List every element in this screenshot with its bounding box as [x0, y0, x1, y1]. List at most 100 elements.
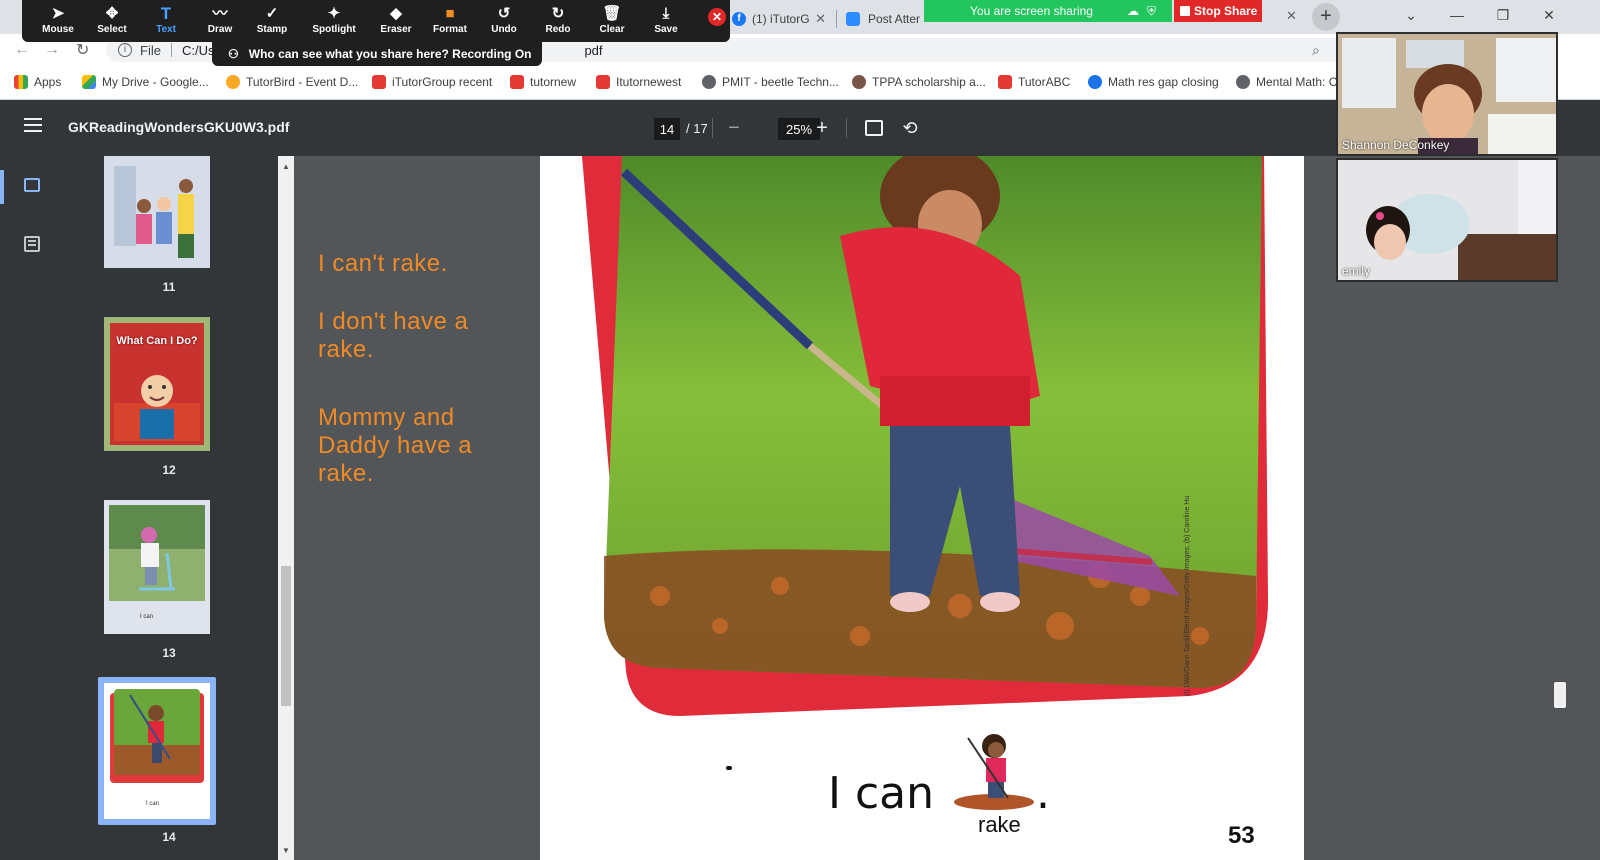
bookmark-item[interactable]: tutornew	[510, 75, 576, 89]
info-icon: i	[118, 43, 132, 57]
stamp-icon: ✓	[265, 5, 279, 22]
page-thumbnail[interactable]: What Can I Do?	[104, 317, 210, 451]
redo-tool-button[interactable]: ↻ Redo	[530, 4, 586, 40]
page-sentence-period: .	[1036, 768, 1050, 819]
page-thumbnail[interactable]: I can	[104, 500, 210, 634]
person-icon: ⚇	[228, 47, 239, 61]
facebook-icon: f	[732, 12, 746, 26]
thumbnail-page-number: 12	[162, 463, 176, 477]
globe-icon	[1088, 75, 1102, 89]
google-drive-icon	[82, 75, 96, 89]
reload-icon[interactable]: ↻	[76, 40, 89, 60]
itutor-icon	[998, 75, 1012, 89]
close-tab-icon[interactable]: ✕	[815, 11, 826, 27]
zoom-out-icon[interactable]: −	[720, 114, 748, 142]
apps-grid-icon	[14, 75, 28, 89]
mouse-icon: ➤	[51, 5, 65, 22]
outline-icon[interactable]	[24, 236, 40, 252]
url-scheme-chip: File	[140, 42, 161, 58]
video-tile[interactable]: Shannon DeConkey	[1336, 32, 1558, 156]
forward-icon[interactable]: →	[44, 41, 60, 59]
stop-share-button[interactable]: Stop Share	[1174, 0, 1262, 22]
back-icon[interactable]: ←	[14, 41, 30, 59]
fit-page-icon[interactable]	[860, 114, 888, 142]
url-path: C:/Us	[181, 42, 215, 58]
participant-name: emily	[1342, 264, 1371, 278]
undo-tool-button[interactable]: ↺ Undo	[476, 4, 532, 40]
mouse-tool-button[interactable]: ➤ Mouse	[30, 4, 86, 40]
globe-icon	[1236, 75, 1250, 89]
tab-label: (1) iTutorG	[752, 12, 810, 26]
page-sentence: I can	[828, 768, 935, 819]
format-tool-button[interactable]: ■ Format	[422, 4, 478, 40]
eraser-tool-button[interactable]: ◆ Eraser	[368, 4, 424, 40]
participant-name: Shannon DeConkey	[1342, 138, 1450, 152]
browser-tab[interactable]: Post Atter	[840, 4, 924, 34]
bookmark-item[interactable]: PMIT - beetle Techn...	[702, 75, 839, 89]
zoom-annotation-toolbar: ➤ Mouse ✥ Select T Text 〰 Draw ✓ Stamp ✦ Spotl…	[22, 0, 730, 42]
save-tool-button[interactable]: ⤓ Save	[638, 4, 694, 40]
clear-tool-button[interactable]: 🗑 Clear	[584, 4, 640, 40]
select-tool-button[interactable]: ✥ Select	[84, 4, 140, 40]
page-thumbnail[interactable]	[104, 156, 210, 268]
close-annotation-icon[interactable]: ✕	[708, 8, 726, 26]
bookmark-item[interactable]: TutorABC	[998, 75, 1070, 89]
story-line: I can't rake.	[318, 250, 448, 277]
url-divider	[170, 43, 172, 57]
sidebar-tab-strip	[0, 156, 60, 860]
tutorbird-icon	[226, 75, 240, 89]
page-number-input[interactable]: 14	[654, 118, 680, 140]
bookmark-item[interactable]: Mental Math: C	[1236, 75, 1337, 89]
bookmark-item[interactable]: TPPA scholarship a...	[852, 75, 986, 89]
bookmark-apps[interactable]: Apps	[14, 75, 61, 89]
stamp-tool-button[interactable]: ✓ Stamp	[244, 4, 300, 40]
menu-icon[interactable]	[24, 118, 42, 138]
scrollbar-thumb[interactable]	[281, 566, 291, 706]
bookmark-item[interactable]: Math res gap closing	[1088, 75, 1219, 89]
bookmark-item[interactable]: TutorBird - Event D...	[226, 75, 358, 89]
tab-search-icon[interactable]: ⌄	[1388, 0, 1434, 30]
restore-button[interactable]: ❐	[1480, 0, 1526, 30]
story-line: I don't have a rake.	[318, 308, 469, 363]
cursor-dot	[726, 766, 732, 770]
page-thumbnail-selected[interactable]: I can	[104, 683, 210, 819]
text-tool-button[interactable]: T Text	[138, 4, 194, 40]
bookmark-item[interactable]: iTutorGroup recent	[372, 75, 492, 89]
rebus-rake-picture	[954, 734, 1034, 810]
close-window-button[interactable]: ✕	[1526, 0, 1572, 30]
tab-label: Post Atter	[868, 12, 921, 26]
spotlight-tool-button[interactable]: ✦ Spotlight	[306, 4, 362, 40]
draw-tool-button[interactable]: 〰 Draw	[192, 4, 248, 40]
scroll-down-icon[interactable]: ▼	[282, 846, 290, 855]
story-line: Mommy and Daddy have a rake.	[318, 404, 473, 487]
thumbnail-image	[104, 156, 210, 268]
browser-tab[interactable]: f (1) iTutorG ✕	[726, 4, 834, 34]
thumbnail-image	[109, 505, 205, 601]
thumbnail-cover-title: What Can I Do?	[116, 335, 198, 347]
bookmark-item[interactable]: Itutornewest	[596, 75, 681, 89]
zoom-app-icon	[846, 12, 860, 26]
pdf-filename: GKReadingWondersGKU0W3.pdf	[68, 119, 290, 135]
scroll-up-icon[interactable]: ▲	[282, 162, 290, 171]
globe-icon	[702, 75, 716, 89]
minimize-button[interactable]: —	[1434, 0, 1480, 30]
scrollbar-thumb[interactable]	[1554, 682, 1566, 708]
bookmark-item[interactable]: My Drive - Google...	[82, 75, 209, 89]
thumbnail-pane: 11 What Can I Do? 12 I can 13 I can 14	[60, 156, 278, 860]
video-tile[interactable]: emily	[1336, 158, 1558, 282]
close-tab-icon[interactable]: ✕	[1286, 8, 1297, 24]
thumbnail-page-number: 11	[162, 280, 176, 294]
new-tab-button[interactable]: +	[1312, 3, 1340, 31]
format-color-icon: ■	[445, 5, 455, 22]
thumbnail-scrollbar[interactable]: ▲ ▼	[278, 156, 294, 860]
tppa-icon	[852, 75, 866, 89]
rotate-icon[interactable]: ⟲	[896, 114, 924, 142]
screen-sharing-banner[interactable]: You are screen sharing ☁ ⛨	[924, 0, 1172, 22]
spotlight-icon: ✦	[327, 5, 341, 22]
recording-notice[interactable]: ⚇ Who can see what you share here? Recor…	[212, 42, 542, 66]
page-number: 53	[1228, 822, 1255, 849]
thumbnails-icon[interactable]	[24, 178, 40, 192]
zoom-in-icon[interactable]: +	[808, 114, 836, 142]
thumbnail-page-number: 14	[162, 830, 176, 844]
zoom-lens-icon[interactable]: ⌕	[1312, 42, 1320, 59]
